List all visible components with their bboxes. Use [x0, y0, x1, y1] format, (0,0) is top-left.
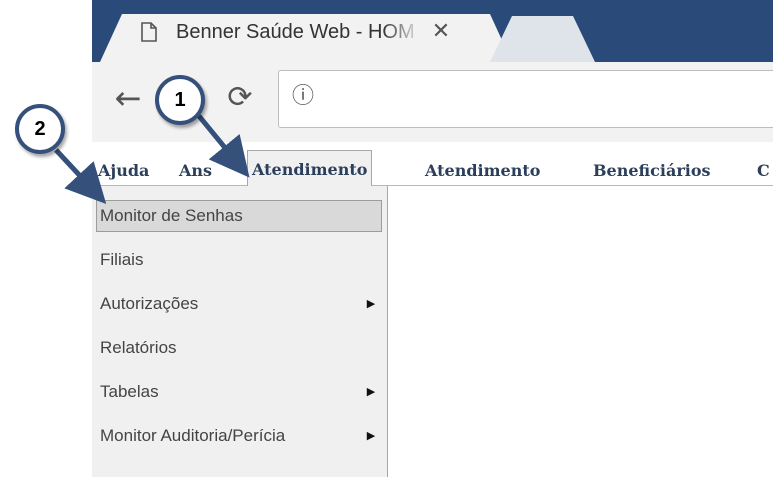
close-tab-icon[interactable]: ✕ — [428, 18, 454, 44]
dropdown-item-label: Autorizações — [100, 294, 199, 313]
back-arrow-icon[interactable]: ← — [110, 80, 146, 116]
menu-ajuda[interactable]: Ajuda — [98, 156, 149, 186]
callout-2-arrow — [54, 148, 107, 204]
dropdown-item-label: Relatórios — [100, 338, 177, 357]
menu-atendimento[interactable]: Atendimento — [425, 156, 540, 186]
address-bar[interactable] — [278, 70, 773, 128]
document-icon — [141, 22, 157, 42]
callout-badge-1: 1 — [155, 75, 205, 125]
dropdown-item-relatorios[interactable]: Relatórios — [96, 332, 382, 364]
submenu-arrow-icon: ▶ — [366, 430, 376, 442]
dropdown-item-label: Tabelas — [100, 382, 159, 401]
menu-c-truncated[interactable]: C — [757, 156, 770, 186]
dropdown-item-label: Monitor de Senhas — [100, 206, 243, 225]
reload-icon[interactable]: ⟳ — [222, 80, 258, 116]
menu-ans[interactable]: Ans — [179, 156, 212, 186]
dropdown-item-autorizacoes[interactable]: Autorizações ▶ — [96, 288, 382, 320]
dropdown-item-filiais[interactable]: Filiais — [96, 244, 382, 276]
dropdown-item-monitor-auditoria[interactable]: Monitor Auditoria/Perícia ▶ — [96, 420, 382, 452]
menu-beneficiarios[interactable]: Beneficiários — [593, 156, 711, 186]
dropdown-item-label: Monitor Auditoria/Perícia — [100, 426, 286, 445]
tab-title: Benner Saúde Web - HOM — [176, 21, 415, 43]
submenu-arrow-icon: ▶ — [366, 386, 376, 398]
site-info-icon[interactable]: ⓘ — [290, 84, 316, 110]
dropdown-item-tabelas[interactable]: Tabelas ▶ — [96, 376, 382, 408]
menu-atendimento-active[interactable]: Atendimento — [247, 150, 373, 186]
callout-badge-2: 2 — [15, 104, 65, 154]
dropdown-item-label: Filiais — [100, 250, 144, 269]
dropdown-item-monitor-senhas[interactable]: Monitor de Senhas — [96, 200, 382, 232]
submenu-arrow-icon: ▶ — [366, 298, 376, 310]
